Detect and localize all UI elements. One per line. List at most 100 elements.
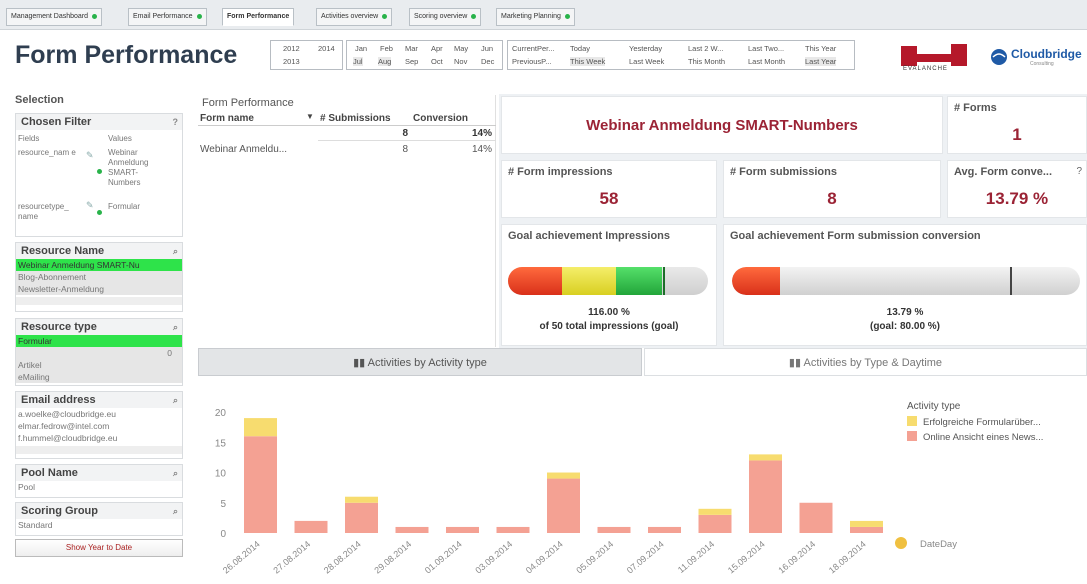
gauge-green-zone bbox=[616, 267, 662, 295]
bar-segment bbox=[648, 526, 681, 533]
status-dot-icon bbox=[564, 13, 570, 19]
year-option[interactable]: 2012 bbox=[283, 44, 300, 53]
period-option[interactable]: Yesterday bbox=[629, 44, 662, 53]
list-item[interactable]: elmar.fedrow@intel.com bbox=[16, 420, 182, 432]
table-header: Form name ▼ # Submissions Conversion bbox=[198, 112, 496, 126]
month-option[interactable]: Mar bbox=[405, 44, 418, 53]
pool-name-header: Pool Name ⌕ bbox=[16, 465, 182, 481]
month-option[interactable]: Dec bbox=[481, 57, 494, 66]
col-form-name[interactable]: Form name bbox=[200, 113, 254, 124]
list-item[interactable]: a.woelke@cloudbridge.eu bbox=[16, 408, 182, 420]
bar-segment bbox=[850, 526, 883, 533]
total-conversion: 14% bbox=[471, 128, 492, 139]
show-year-to-date-button[interactable]: Show Year to Date bbox=[15, 539, 183, 557]
search-icon[interactable]: ⌕ bbox=[173, 392, 178, 408]
search-icon[interactable]: ⌕ bbox=[173, 243, 178, 259]
horizontal-scrollbar[interactable] bbox=[16, 297, 182, 305]
legend-label: Online Ansicht eines News... bbox=[923, 432, 1043, 443]
list-item[interactable]: Newsletter-Anmeldung bbox=[16, 283, 182, 295]
x-tick-label: 05.09.2014 bbox=[574, 539, 615, 576]
x-tick-label: 29.08.2014 bbox=[372, 539, 413, 576]
period-option[interactable]: This Year bbox=[805, 44, 836, 53]
year-option[interactable]: 2013 bbox=[283, 57, 300, 66]
edit-icon[interactable]: ✎ bbox=[86, 200, 94, 211]
tab-management-dashboard[interactable]: Management Dashboard bbox=[6, 8, 103, 26]
period-option[interactable]: Last 2 W... bbox=[688, 44, 723, 53]
col-conversion[interactable]: Conversion bbox=[413, 113, 468, 124]
list-item[interactable]: Blog-Abonnement bbox=[16, 271, 182, 283]
tab-email-performance[interactable]: Email Performance bbox=[128, 8, 207, 26]
table-row[interactable]: Webinar Anmeldu... 8 14% bbox=[198, 143, 496, 157]
month-option[interactable]: Feb bbox=[380, 44, 393, 53]
period-option[interactable]: Last Year bbox=[805, 57, 837, 66]
search-icon[interactable]: ⌕ bbox=[173, 465, 178, 481]
help-icon[interactable]: ? bbox=[173, 114, 179, 130]
impressions-gauge-value: 116.00 % bbox=[588, 307, 630, 318]
gauge-fill bbox=[732, 267, 780, 295]
month-option[interactable]: Sep bbox=[405, 57, 418, 66]
resource-type-header: Resource type ⌕ bbox=[16, 319, 182, 335]
period-option[interactable]: PreviousP... bbox=[512, 57, 551, 66]
month-option[interactable]: May bbox=[454, 44, 468, 53]
list-item[interactable]: Formular bbox=[16, 335, 182, 347]
month-option[interactable]: Oct bbox=[431, 57, 443, 66]
submissions-value: 8 bbox=[827, 189, 837, 208]
y-tick-label: 5 bbox=[220, 499, 226, 510]
list-item[interactable]: f.hummel@cloudbridge.eu bbox=[16, 432, 182, 444]
list-item[interactable]: Standard bbox=[16, 519, 182, 531]
pool-name-listbox: Pool Name ⌕ Pool bbox=[15, 464, 183, 498]
list-item[interactable]: eMailing bbox=[16, 371, 182, 383]
month-option[interactable]: Jan bbox=[355, 44, 367, 53]
year-option[interactable]: 2014 bbox=[318, 44, 335, 53]
list-item[interactable]: 0 bbox=[16, 347, 182, 359]
period-option[interactable]: This Week bbox=[570, 57, 606, 66]
bar-segment bbox=[345, 496, 378, 503]
col-submissions[interactable]: # Submissions bbox=[320, 113, 391, 124]
tab-scoring-overview[interactable]: Scoring overview bbox=[409, 8, 482, 26]
month-option[interactable]: Apr bbox=[431, 44, 443, 53]
gauge-goal-marker bbox=[1010, 267, 1012, 295]
edit-icon[interactable]: ✎ bbox=[86, 150, 94, 161]
period-option[interactable]: Today bbox=[570, 44, 590, 53]
bar-segment bbox=[395, 526, 429, 533]
month-option[interactable]: Aug bbox=[378, 57, 392, 66]
horizontal-scrollbar[interactable] bbox=[16, 446, 182, 454]
sort-icon[interactable]: ▼ bbox=[306, 112, 314, 121]
period-option[interactable]: Last Week bbox=[629, 57, 664, 66]
period-option[interactable]: Last Month bbox=[748, 57, 785, 66]
list-item[interactable]: Webinar Anmeldung SMART-Nu bbox=[16, 259, 182, 271]
list-item[interactable]: Artikel bbox=[16, 359, 182, 371]
submissions-box: # Form submissions 8 bbox=[723, 160, 941, 218]
month-option[interactable]: Jul bbox=[353, 57, 363, 66]
y-tick-label: 0 bbox=[220, 529, 226, 540]
tab-marketing-planning[interactable]: Marketing Planning bbox=[496, 8, 575, 26]
avg-conversion-value: 13.79 % bbox=[985, 189, 1049, 208]
x-tick-label: 11.09.2014 bbox=[676, 539, 716, 575]
cloudbridge-wordmark: Cloudbridge bbox=[1011, 47, 1082, 61]
month-option[interactable]: Nov bbox=[454, 57, 467, 66]
gauge-red-zone bbox=[508, 267, 562, 295]
x-dimension-label: DateDay bbox=[920, 539, 957, 550]
search-icon[interactable]: ⌕ bbox=[173, 503, 178, 519]
search-icon[interactable]: ⌕ bbox=[173, 319, 178, 335]
period-option[interactable]: This Month bbox=[688, 57, 725, 66]
tab-form-performance[interactable]: Form Performance bbox=[222, 8, 295, 26]
impressions-gauge-goal: of 50 total impressions (goal) bbox=[539, 321, 679, 332]
list-item[interactable]: Pool bbox=[16, 481, 182, 493]
help-icon[interactable]: ? bbox=[1076, 166, 1082, 177]
period-option[interactable]: CurrentPer... bbox=[512, 44, 555, 53]
tab-activities-by-type[interactable]: ▮▮ Activities by Activity type bbox=[198, 348, 642, 376]
year-filter: 2012 2014 2013 bbox=[270, 40, 343, 70]
tab-activities-by-daytime[interactable]: ▮▮ Activities by Type & Daytime bbox=[644, 348, 1087, 376]
tab-activities-overview[interactable]: Activities overview bbox=[316, 8, 393, 26]
row-form-name: Webinar Anmeldu... bbox=[200, 144, 288, 155]
resource-name-header: Resource Name ⌕ bbox=[16, 243, 182, 259]
forms-label: # Forms bbox=[954, 102, 997, 114]
chosen-filter-header: Chosen Filter? bbox=[16, 114, 182, 130]
y-tick-label: 20 bbox=[215, 408, 227, 419]
impressions-value: 58 bbox=[599, 189, 619, 208]
month-option[interactable]: Jun bbox=[481, 44, 493, 53]
selection-title: Selection bbox=[15, 94, 64, 106]
period-option[interactable]: Last Two... bbox=[748, 44, 784, 53]
forms-count-box: # Forms 1 bbox=[947, 96, 1087, 154]
